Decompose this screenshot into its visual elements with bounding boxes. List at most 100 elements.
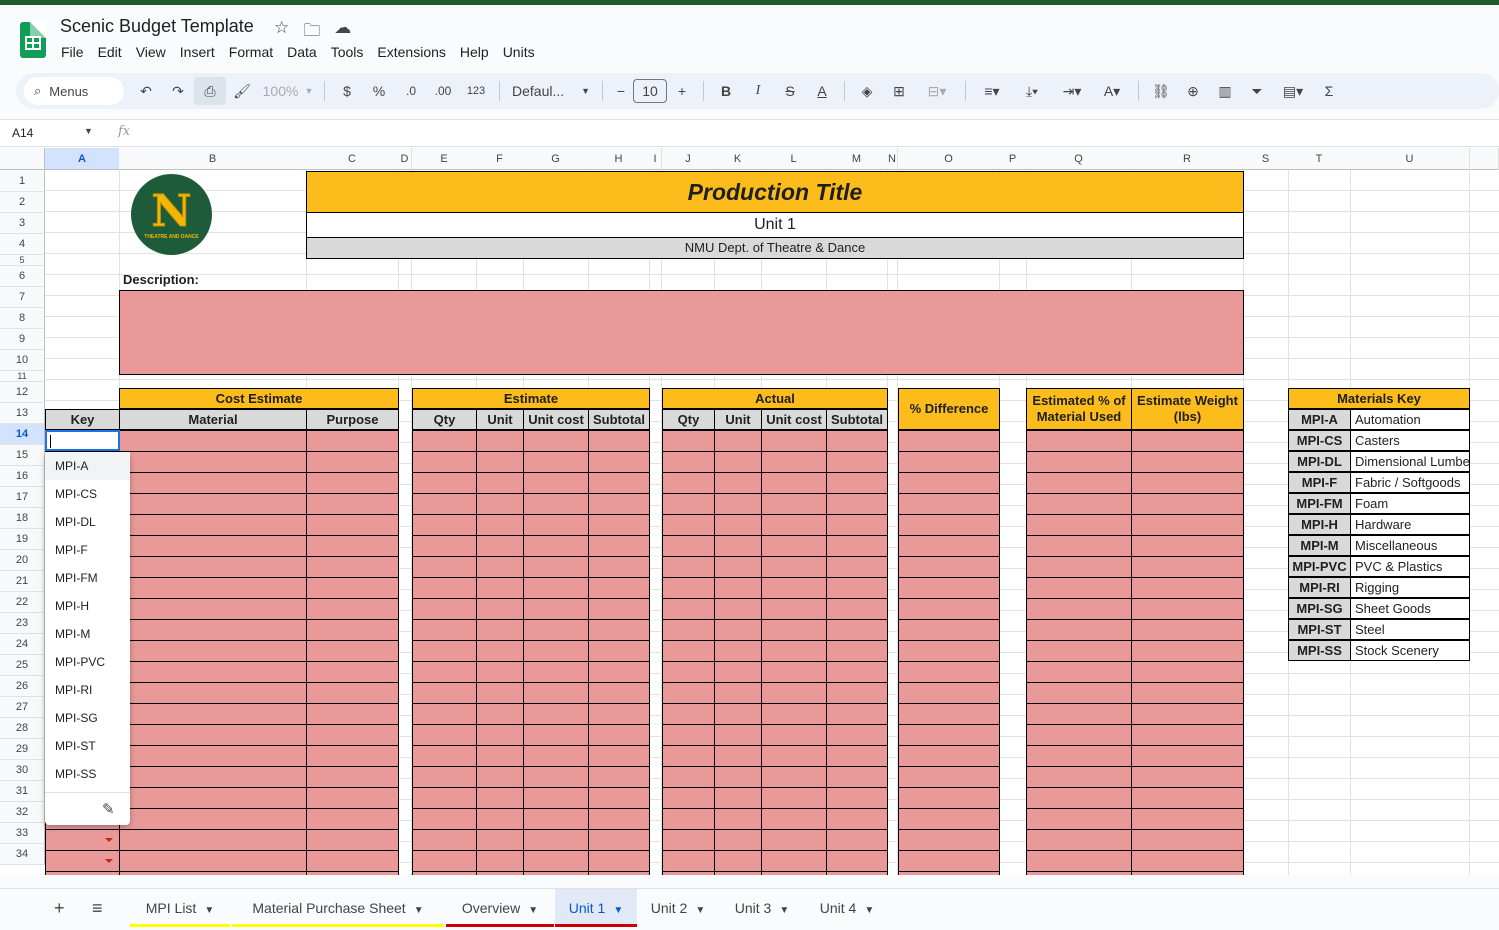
- zoom-select[interactable]: 100% ▼: [258, 77, 318, 105]
- fill-color-icon[interactable]: ◈: [851, 77, 883, 105]
- functions-icon[interactable]: Σ: [1313, 77, 1345, 105]
- materials-key-code[interactable]: MPI-CS: [1288, 430, 1351, 451]
- strikethrough-icon[interactable]: S: [774, 77, 806, 105]
- materials-key-name[interactable]: Dimensional Lumber: [1350, 451, 1470, 472]
- unit-title[interactable]: Unit 1: [306, 213, 1244, 238]
- vertical-align-icon[interactable]: ⤓▾: [1012, 77, 1052, 105]
- menu-search[interactable]: ⌕ Menus: [24, 77, 124, 105]
- column-header-d[interactable]: D: [398, 148, 412, 170]
- row-header-27[interactable]: 27: [0, 697, 45, 718]
- column-header-h[interactable]: H: [588, 148, 650, 170]
- row-header-13[interactable]: 13: [0, 403, 45, 424]
- row-header-5[interactable]: 5: [0, 255, 45, 266]
- dropdown-option[interactable]: MPI-SS: [45, 760, 130, 788]
- materials-key-name[interactable]: Fabric / Softgoods: [1350, 472, 1470, 493]
- menu-units[interactable]: Units: [503, 44, 535, 60]
- sheet-tab-menu-icon[interactable]: ▼: [528, 905, 538, 916]
- currency-button[interactable]: $: [331, 77, 363, 105]
- menu-file[interactable]: File: [61, 44, 84, 60]
- horizontal-align-icon[interactable]: ≡▾: [972, 77, 1012, 105]
- menu-edit[interactable]: Edit: [98, 44, 122, 60]
- cloud-status-icon[interactable]: ☁: [334, 18, 351, 47]
- column-header-t[interactable]: T: [1288, 148, 1351, 170]
- column-header-i[interactable]: I: [649, 148, 662, 170]
- select-all-corner[interactable]: [0, 148, 45, 170]
- est-unit-column[interactable]: [476, 430, 524, 875]
- est-subtotal-column[interactable]: [588, 430, 650, 875]
- column-header-c[interactable]: C: [306, 148, 399, 170]
- column-header-e[interactable]: E: [412, 148, 477, 170]
- sheets-logo-icon[interactable]: [20, 22, 46, 58]
- column-header-n[interactable]: N: [887, 148, 898, 170]
- materials-key-name[interactable]: Steel: [1350, 619, 1470, 640]
- materials-key-code[interactable]: MPI-FM: [1288, 493, 1351, 514]
- row-header-18[interactable]: 18: [0, 508, 45, 529]
- column-header-o[interactable]: O: [898, 148, 1000, 170]
- column-header-l[interactable]: L: [761, 148, 827, 170]
- insert-comment-icon[interactable]: ⊕: [1177, 77, 1209, 105]
- sheet-tab-menu-icon[interactable]: ▼: [864, 905, 874, 916]
- text-rotation-icon[interactable]: A▾: [1092, 77, 1132, 105]
- column-header-a[interactable]: A: [45, 148, 120, 170]
- insert-link-icon[interactable]: ⛓: [1145, 77, 1177, 105]
- row-33-dropdown-icon[interactable]: [105, 838, 113, 842]
- row-header-34[interactable]: 34: [0, 844, 45, 865]
- row-header-2[interactable]: 2: [0, 192, 45, 213]
- materials-key-name[interactable]: Casters: [1350, 430, 1470, 451]
- italic-icon[interactable]: I: [742, 77, 774, 105]
- all-sheets-menu-icon[interactable]: ≡: [92, 889, 103, 927]
- est-pct-used-column[interactable]: [1026, 430, 1132, 875]
- act-subtotal-column[interactable]: [826, 430, 888, 875]
- row-header-23[interactable]: 23: [0, 613, 45, 634]
- increase-decimal-button[interactable]: .00: [427, 77, 459, 105]
- materials-key-code[interactable]: MPI-ST: [1288, 619, 1351, 640]
- production-title[interactable]: Production Title: [306, 171, 1244, 213]
- act-unit-cost-column[interactable]: [761, 430, 827, 875]
- materials-key-name[interactable]: Automation: [1350, 409, 1470, 430]
- borders-icon[interactable]: ⊞: [883, 77, 915, 105]
- row-header-7[interactable]: 7: [0, 287, 45, 308]
- description-field[interactable]: [119, 290, 1244, 375]
- menu-insert[interactable]: Insert: [180, 44, 215, 60]
- materials-key-name[interactable]: Hardware: [1350, 514, 1470, 535]
- column-header-f[interactable]: F: [476, 148, 524, 170]
- row-header-21[interactable]: 21: [0, 571, 45, 592]
- purpose-column[interactable]: [306, 430, 399, 875]
- row-header-1[interactable]: 1: [0, 170, 45, 192]
- materials-key-name[interactable]: Stock Scenery: [1350, 640, 1470, 661]
- materials-key-name[interactable]: Miscellaneous: [1350, 535, 1470, 556]
- sheet-tab[interactable]: Unit 1 ▼: [555, 889, 637, 927]
- menu-extensions[interactable]: Extensions: [377, 44, 445, 60]
- row-header-6[interactable]: 6: [0, 266, 45, 287]
- row-header-9[interactable]: 9: [0, 329, 45, 350]
- font-size-input[interactable]: 10: [633, 79, 667, 103]
- menu-data[interactable]: Data: [287, 44, 317, 60]
- sheet-tab[interactable]: MPI List ▼: [130, 889, 230, 927]
- row-header-19[interactable]: 19: [0, 529, 45, 550]
- text-color-icon[interactable]: A: [806, 77, 838, 105]
- row-header-4[interactable]: 4: [0, 234, 45, 255]
- decrease-decimal-button[interactable]: .0: [395, 77, 427, 105]
- row-header-3[interactable]: 3: [0, 213, 45, 234]
- document-title[interactable]: Scenic Budget Template: [60, 16, 254, 37]
- materials-key-code[interactable]: MPI-F: [1288, 472, 1351, 493]
- materials-key-code[interactable]: MPI-M: [1288, 535, 1351, 556]
- row-header-10[interactable]: 10: [0, 350, 45, 371]
- dropdown-option[interactable]: MPI-FM: [45, 564, 130, 592]
- dropdown-option[interactable]: MPI-RI: [45, 676, 130, 704]
- percent-button[interactable]: %: [363, 77, 395, 105]
- materials-key-name[interactable]: PVC & Plastics: [1350, 556, 1470, 577]
- materials-key-code[interactable]: MPI-DL: [1288, 451, 1351, 472]
- sheet-tab[interactable]: Unit 4 ▼: [806, 889, 888, 927]
- materials-key-code[interactable]: MPI-SS: [1288, 640, 1351, 661]
- star-icon[interactable]: ☆: [274, 18, 289, 47]
- filter-views-icon[interactable]: ▤▾: [1273, 77, 1313, 105]
- sheet-tab-menu-icon[interactable]: ▼: [613, 905, 623, 916]
- filter-icon[interactable]: ⏷: [1241, 77, 1273, 105]
- name-box[interactable]: A14: [12, 126, 33, 140]
- menu-view[interactable]: View: [136, 44, 166, 60]
- dropdown-option[interactable]: MPI-H: [45, 592, 130, 620]
- menu-help[interactable]: Help: [460, 44, 489, 60]
- insert-chart-icon[interactable]: ▥: [1209, 77, 1241, 105]
- sheet-tab-menu-icon[interactable]: ▼: [414, 905, 424, 916]
